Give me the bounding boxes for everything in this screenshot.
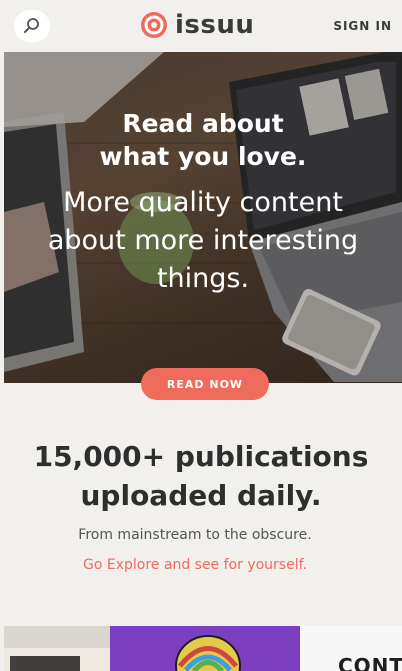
hero-subtitle-line: about more interesting [47,225,359,256]
hero-title-line: what you love. [99,142,307,171]
publication-card[interactable]: CONT [300,626,402,671]
hero-banner: Read about what you love. More quality c… [4,52,402,383]
issuu-logo-icon [141,12,167,38]
stats-headline-line: uploaded daily. [80,479,322,512]
stats-headline: 15,000+ publications uploaded daily. [0,437,402,515]
hero-subtitle: More quality content about more interest… [4,184,402,298]
hero-subtitle-line: More quality content [63,187,343,218]
top-bar: issuu SIGN IN [0,0,402,52]
publication-card[interactable] [4,626,110,671]
hero-title-line: Read about [122,109,284,138]
brand-wordmark: issuu [175,10,255,40]
publication-card[interactable] [110,626,300,671]
hero-title: Read about what you love. [4,107,402,173]
stats-subtitle: From mainstream to the obscure. [78,527,312,543]
search-icon [24,18,39,33]
search-button[interactable] [14,10,50,42]
publication-cover-image [110,626,300,671]
issuu-logo[interactable]: issuu [140,10,254,40]
publication-cover-text: CONT [338,654,402,671]
hero-subtitle-line: things. [156,263,250,294]
publication-cover-image [4,626,110,671]
sign-in-link[interactable]: SIGN IN [333,19,392,33]
explore-link[interactable]: Go Explore and see for yourself. [0,557,390,573]
stats-headline-line: 15,000+ publications [33,440,369,473]
read-now-button[interactable]: READ NOW [141,368,269,400]
